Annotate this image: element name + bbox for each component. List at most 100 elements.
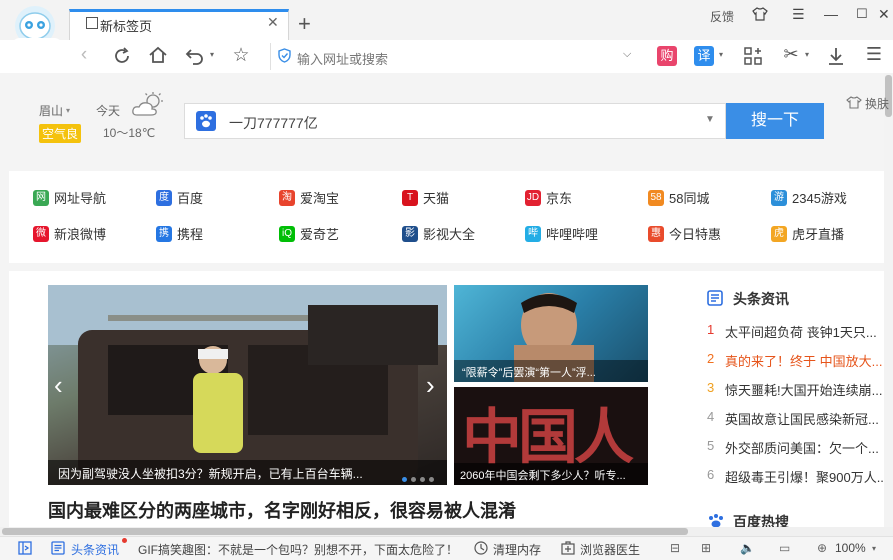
zoom-level[interactable]: 100%	[835, 541, 866, 555]
maximize-icon[interactable]: ☐	[856, 6, 868, 22]
news-item[interactable]: 超级毒王引爆！聚900万人...	[725, 467, 883, 486]
city-dropdown-icon[interactable]: ▾	[66, 106, 70, 115]
news-item[interactable]: 太平间超负荷 丧钟1天只...	[725, 322, 883, 341]
screenshot-dropdown-icon[interactable]: ▾	[805, 50, 809, 59]
carousel-dots[interactable]	[402, 470, 434, 485]
quick-link-item[interactable]: 哔哔哩哔哩	[525, 224, 598, 243]
news-rank: 5	[707, 438, 715, 453]
notification-dot	[122, 538, 127, 543]
scissors-icon[interactable]: ✂	[779, 44, 803, 65]
address-input[interactable]: 输入网址或搜索	[297, 49, 388, 68]
headline-article[interactable]: 国内最难区分的两座城市，名字刚好相反，很容易被人混淆	[48, 497, 516, 523]
news-icon	[707, 290, 723, 306]
download-status-icon[interactable]: ⊟	[670, 541, 680, 555]
refresh-icon[interactable]	[112, 46, 132, 66]
tab-close-icon[interactable]: ✕	[267, 14, 279, 31]
weather-city[interactable]: 眉山	[39, 102, 63, 119]
minimize-icon[interactable]: —	[824, 6, 838, 22]
main-menu-icon[interactable]: ☰	[862, 44, 886, 65]
carousel-next-icon[interactable]: ›	[426, 370, 435, 401]
search-button[interactable]: 搜一下	[726, 103, 824, 139]
shield-icon	[278, 48, 291, 63]
quick-link-item[interactable]: 度百度	[156, 188, 203, 207]
clean-memory-button[interactable]: 清理内存	[493, 541, 541, 558]
undo-dropdown-icon[interactable]: ▾	[210, 50, 214, 59]
search-dropdown-icon[interactable]: ▼	[705, 114, 715, 125]
quick-link-item[interactable]: JD 京东	[525, 188, 572, 207]
quick-link-item[interactable]: T 天猫	[402, 188, 449, 207]
feature-main-image[interactable]	[48, 285, 447, 485]
search-input[interactable]: 一刀777777亿	[229, 113, 318, 133]
quick-link-item[interactable]: 游 2345游戏	[771, 188, 847, 207]
speaker-icon[interactable]: 🔈	[740, 541, 755, 555]
news-item[interactable]: 英国故意让国民感染新冠...	[725, 409, 883, 428]
tab-title: 新标签页	[100, 19, 153, 34]
feature-side-caption-1[interactable]: “限薪令”后罢演“第一人”浮...	[462, 364, 596, 380]
quick-links-panel	[9, 171, 884, 263]
quick-link-icon: 惠	[648, 225, 664, 242]
translate-dropdown-icon[interactable]: ▾	[719, 50, 723, 59]
quick-link-label: 携程	[177, 227, 204, 242]
news-status-link[interactable]: 头条资讯	[71, 541, 119, 558]
quick-link-item[interactable]: iQ 爱奇艺	[279, 224, 339, 243]
quick-link-item[interactable]: 淘爱淘宝	[279, 188, 339, 207]
clean-memory-icon[interactable]	[474, 541, 488, 555]
news-ticker[interactable]: GIF搞笑趣图：不就是一个包吗？别想不开，下面太危险了！	[138, 541, 458, 558]
zoom-icon[interactable]: ⊕	[817, 541, 827, 555]
quick-link-item[interactable]: 微新浪微博	[33, 224, 106, 243]
news-item[interactable]: 真的来了！终于 中国放大...	[725, 351, 883, 370]
close-window-icon[interactable]: ✕	[878, 6, 890, 23]
quick-link-icon: JD	[525, 189, 541, 206]
favorite-star-icon[interactable]: ☆	[229, 44, 253, 67]
quick-link-label: 2345游戏	[792, 191, 847, 206]
undo-icon[interactable]	[185, 46, 205, 66]
carousel-prev-icon[interactable]: ‹	[54, 370, 63, 401]
quick-link-icon: 淘	[279, 189, 295, 206]
shirt-icon[interactable]	[846, 96, 862, 109]
quick-link-label: 爱奇艺	[300, 227, 340, 242]
gamepad-icon[interactable]: ⊞	[701, 541, 711, 555]
news-rank: 3	[707, 380, 715, 395]
quick-link-label: 新浪微博	[54, 227, 107, 242]
doctor-icon[interactable]	[561, 541, 575, 555]
quick-link-item[interactable]: 58 58同城	[648, 188, 709, 207]
quick-link-item[interactable]: 惠今日特惠	[648, 224, 721, 243]
window-icon[interactable]: ▭	[779, 541, 790, 555]
quick-link-icon: 虎	[771, 225, 787, 242]
baidu-paw-icon[interactable]	[196, 111, 216, 131]
quick-link-item[interactable]: 虎虎牙直播	[771, 224, 844, 243]
news-item[interactable]: 外交部质问美国：欠一个...	[725, 438, 883, 457]
quick-link-label: 爱淘宝	[300, 191, 340, 206]
quick-link-item[interactable]: 携携程	[156, 224, 203, 243]
news-item[interactable]: 惊天噩耗!大国开始连续崩...	[725, 380, 883, 399]
air-quality-badge: 空气良	[39, 124, 82, 143]
quick-link-label: 百度	[177, 191, 204, 206]
quick-link-item[interactable]: 影影视大全	[402, 224, 475, 243]
grid-icon	[86, 17, 98, 29]
zoom-dropdown-icon[interactable]: ▾	[872, 544, 876, 553]
feature-side-caption-2[interactable]: 2060年中国会剩下多少人？听专...	[460, 467, 626, 483]
apps-icon[interactable]	[743, 46, 763, 66]
quick-link-item[interactable]: 网网址导航	[33, 188, 106, 207]
menu-icon[interactable]: ☰	[792, 6, 805, 23]
vertical-scrollbar[interactable]	[884, 73, 893, 528]
horizontal-scrollbar-thumb[interactable]	[2, 528, 688, 535]
quick-link-label: 京东	[546, 191, 573, 206]
download-icon[interactable]	[826, 46, 846, 66]
chevron-down-icon[interactable]: ⌵	[623, 48, 631, 61]
change-skin-link[interactable]: 换肤	[865, 95, 889, 112]
feature-main-caption[interactable]: 因为副驾驶没人坐被扣3分？新规开启，已有上百台车辆...	[58, 465, 363, 482]
sidebar-toggle-icon[interactable]	[18, 541, 32, 555]
feedback-link[interactable]: 反馈	[710, 8, 734, 25]
news-rank: 2	[707, 351, 715, 366]
new-tab-icon[interactable]: +	[298, 11, 311, 37]
home-icon[interactable]	[148, 45, 168, 65]
skin-shirt-icon[interactable]	[752, 7, 768, 21]
shopping-button[interactable]: 购	[657, 46, 677, 66]
translate-button[interactable]: 译	[694, 46, 714, 66]
browser-doctor-button[interactable]: 浏览器医生	[580, 541, 640, 558]
quick-link-icon: 58	[648, 189, 664, 206]
quick-link-icon: iQ	[279, 225, 295, 242]
back-icon[interactable]: ‹	[72, 44, 96, 66]
news-status-icon	[51, 541, 65, 555]
